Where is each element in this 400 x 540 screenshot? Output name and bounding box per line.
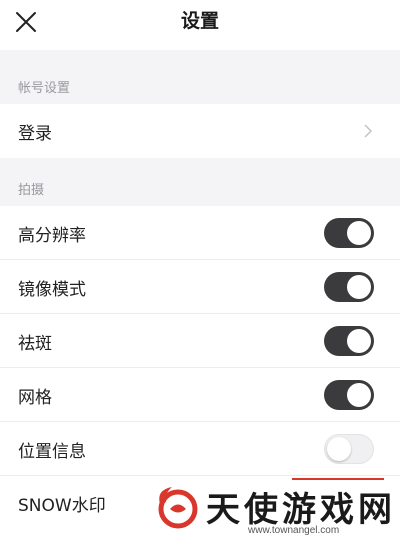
watermark-accent-line: [292, 478, 384, 480]
toggle-knob: [347, 383, 371, 407]
location-toggle[interactable]: [324, 434, 374, 464]
section-header-account: 帐号设置: [0, 50, 400, 104]
settings-row-login[interactable]: 登录: [0, 104, 400, 158]
site-logo-icon: [154, 484, 200, 532]
row-label: 镜像模式: [18, 279, 86, 300]
nav-bar: 设置: [0, 0, 400, 50]
chevron-right-icon: [362, 123, 374, 139]
freckle-removal-toggle[interactable]: [324, 326, 374, 356]
toggle-knob: [347, 221, 371, 245]
section-header-shooting: 拍摄: [0, 158, 400, 206]
toggle-knob: [347, 329, 371, 353]
site-watermark: 天使游戏网 www.townangel.com: [150, 478, 400, 540]
row-label: 高分辨率: [18, 225, 86, 246]
settings-row-high-resolution: 高分辨率: [0, 206, 400, 260]
row-label: 网格: [18, 387, 52, 408]
page-title: 设置: [180, 10, 219, 32]
settings-row-grid: 网格: [0, 368, 400, 422]
high-resolution-toggle[interactable]: [324, 218, 374, 248]
watermark-url: www.townangel.com: [248, 525, 340, 536]
settings-row-freckle-removal: 祛斑: [0, 314, 400, 368]
watermark-site-name: 天使游戏网: [206, 490, 396, 530]
grid-toggle[interactable]: [324, 380, 374, 410]
row-label: 位置信息: [18, 441, 86, 462]
row-label: 祛斑: [18, 333, 52, 354]
toggle-knob: [327, 437, 351, 461]
settings-row-location: 位置信息: [0, 422, 400, 476]
row-label: 登录: [18, 123, 52, 144]
toggle-knob: [347, 275, 371, 299]
settings-row-mirror-mode: 镜像模式: [0, 260, 400, 314]
mirror-mode-toggle[interactable]: [324, 272, 374, 302]
